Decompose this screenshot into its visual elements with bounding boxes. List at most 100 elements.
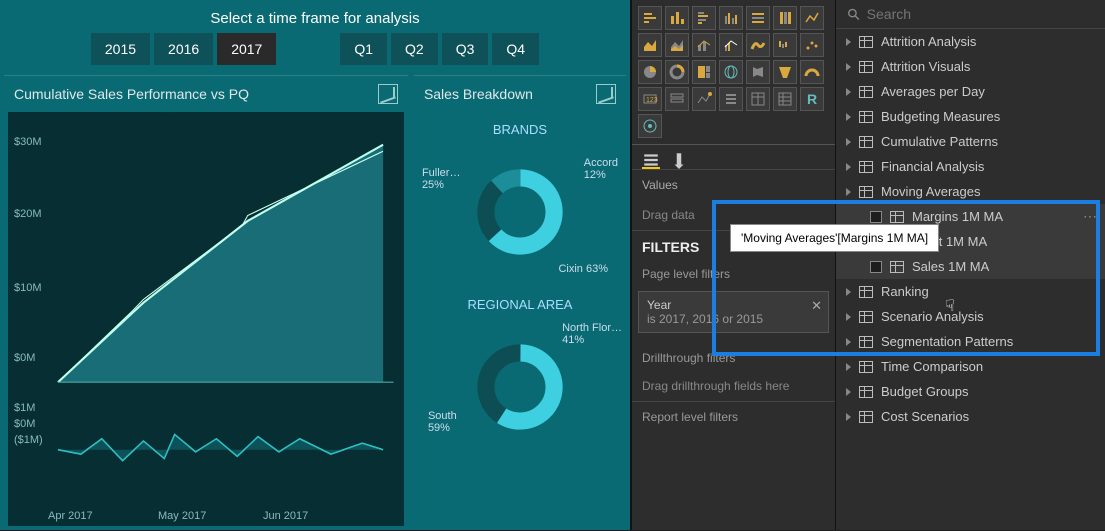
viz-line-column-icon[interactable] [692, 33, 716, 57]
sales-breakdown-panel[interactable]: Sales Breakdown BRANDS Fuller… 25% Accor… [414, 75, 626, 530]
chevron-right-icon [846, 388, 851, 396]
table-icon [859, 286, 873, 298]
more-options-icon[interactable]: ⋯ [1083, 208, 1097, 225]
field-group-budgeting-measures[interactable]: Budgeting Measures [836, 104, 1105, 129]
viz-stacked-area-icon[interactable] [665, 33, 689, 57]
brands-cixin-label: Cixin 63% [558, 263, 608, 275]
viz-stacked-column-icon[interactable] [665, 6, 689, 30]
measure-icon [890, 211, 904, 223]
clear-filter-icon[interactable]: ✕ [811, 298, 822, 314]
brands-donut[interactable]: Fuller… 25% Accord 12% Cixin 63% [418, 137, 622, 287]
viz-kpi-icon[interactable] [692, 87, 716, 111]
field-group-moving-averages[interactable]: Moving Averages [836, 179, 1105, 204]
field-group-cost-scenarios[interactable]: Cost Scenarios [836, 404, 1105, 429]
table-icon [859, 311, 873, 323]
fields-well-tab-icon[interactable] [642, 151, 660, 169]
checkbox-icon[interactable] [870, 261, 882, 273]
viz-funnel-icon[interactable] [773, 60, 797, 84]
field-group-scenario-analysis[interactable]: Scenario Analysis [836, 304, 1105, 329]
search-input[interactable] [867, 6, 1095, 22]
table-icon [859, 86, 873, 98]
table-icon [859, 186, 873, 198]
sales-performance-panel[interactable]: Cumulative Sales Performance vs PQ $30M … [4, 75, 408, 530]
q3-button[interactable]: Q3 [442, 33, 489, 65]
field-sales-1m-ma[interactable]: Sales 1M MA [836, 254, 1105, 279]
field-group-time-comparison[interactable]: Time Comparison [836, 354, 1105, 379]
viz-100-bar-icon[interactable] [746, 6, 770, 30]
viz-gauge-icon[interactable] [800, 60, 824, 84]
viz-area-icon[interactable] [638, 33, 662, 57]
year-2017[interactable]: 2017 [217, 33, 276, 65]
viz-treemap-icon[interactable] [692, 60, 716, 84]
field-group-cumulative-patterns[interactable]: Cumulative Patterns [836, 129, 1105, 154]
timeframe-title: Select a time frame for analysis [210, 10, 419, 27]
chart-options-icon[interactable] [378, 84, 398, 104]
viz-matrix-icon[interactable] [773, 87, 797, 111]
drag-drillthrough-placeholder[interactable]: Drag drillthrough fields here [632, 371, 835, 401]
table-icon [859, 411, 873, 423]
viz-stacked-bar-icon[interactable] [638, 6, 662, 30]
chevron-right-icon [846, 88, 851, 96]
chevron-right-icon [846, 338, 851, 346]
viz-donut-icon[interactable] [665, 60, 689, 84]
svg-text:123: 123 [646, 97, 658, 104]
q2-button[interactable]: Q2 [391, 33, 438, 65]
regional-donut[interactable]: North Flor… 41% South 59% [418, 312, 622, 462]
field-group-financial-analysis[interactable]: Financial Analysis [836, 154, 1105, 179]
field-group-label: Cumulative Patterns [881, 134, 998, 149]
field-group-ranking[interactable]: Ranking [836, 279, 1105, 304]
chart-options-icon[interactable] [596, 84, 616, 104]
viz-filled-map-icon[interactable] [746, 60, 770, 84]
viz-table-icon[interactable] [746, 87, 770, 111]
chevron-right-icon [846, 288, 851, 296]
chevron-right-icon [846, 138, 851, 146]
field-group-label: Financial Analysis [881, 159, 984, 174]
field-group-segmentation-patterns[interactable]: Segmentation Patterns [836, 329, 1105, 354]
q4-button[interactable]: Q4 [492, 33, 539, 65]
q1-button[interactable]: Q1 [340, 33, 387, 65]
viz-r-icon[interactable]: R [800, 87, 824, 111]
checkbox-icon[interactable] [870, 211, 882, 223]
year-filter-card[interactable]: Year is 2017, 2016 or 2015 ✕ [638, 291, 829, 333]
viz-clustered-bar-icon[interactable] [692, 6, 716, 30]
cursor-hand-icon: ☟ [945, 296, 955, 316]
table-icon [859, 36, 873, 48]
year-2016[interactable]: 2016 [154, 33, 213, 65]
chevron-right-icon [846, 363, 851, 371]
viz-line-icon[interactable] [800, 6, 824, 30]
y-axis-1m: $1M [14, 402, 35, 414]
field-group-attrition-analysis[interactable]: Attrition Analysis [836, 29, 1105, 54]
y-axis-30m: $30M [14, 136, 42, 148]
visualizations-pane: 123 R Values Drag data FILTERS Page leve… [630, 0, 835, 530]
viz-100-column-icon[interactable] [773, 6, 797, 30]
viz-arcgis-icon[interactable] [638, 114, 662, 138]
chevron-right-icon [846, 163, 851, 171]
quarter-buttons: Q1 Q2 Q3 Q4 [340, 33, 539, 65]
field-group-averages-per-day[interactable]: Averages per Day [836, 79, 1105, 104]
viz-waterfall-icon[interactable] [773, 33, 797, 57]
viz-multirow-icon[interactable] [665, 87, 689, 111]
sales-panel-title: Cumulative Sales Performance vs PQ [14, 86, 249, 102]
right-panes: 123 R Values Drag data FILTERS Page leve… [630, 0, 1105, 530]
year-2015[interactable]: 2015 [91, 33, 150, 65]
viz-clustered-column-icon[interactable] [719, 6, 743, 30]
viz-card-icon[interactable]: 123 [638, 87, 662, 111]
viz-pie-icon[interactable] [638, 60, 662, 84]
year-filter-value: is 2017, 2016 or 2015 [647, 312, 820, 326]
viz-ribbon-icon[interactable] [746, 33, 770, 57]
viz-line-clustered-icon[interactable] [719, 33, 743, 57]
field-group-label: Segmentation Patterns [881, 334, 1013, 349]
table-icon [859, 111, 873, 123]
y-axis-0m: $0M [14, 352, 35, 364]
format-tab-icon[interactable] [670, 151, 688, 169]
field-group-attrition-visuals[interactable]: Attrition Visuals [836, 54, 1105, 79]
viz-slicer-icon[interactable] [719, 87, 743, 111]
viz-scatter-icon[interactable] [800, 33, 824, 57]
table-icon [859, 361, 873, 373]
sales-chart-body[interactable]: $30M $20M $10M $0M $1M $0M ($1M) Apr 201… [8, 112, 404, 526]
field-group-label: Averages per Day [881, 84, 985, 99]
viz-map-icon[interactable] [719, 60, 743, 84]
field-group-budget-groups[interactable]: Budget Groups [836, 379, 1105, 404]
report-level-filters-label: Report level filters [632, 401, 835, 430]
measure-icon [890, 261, 904, 273]
